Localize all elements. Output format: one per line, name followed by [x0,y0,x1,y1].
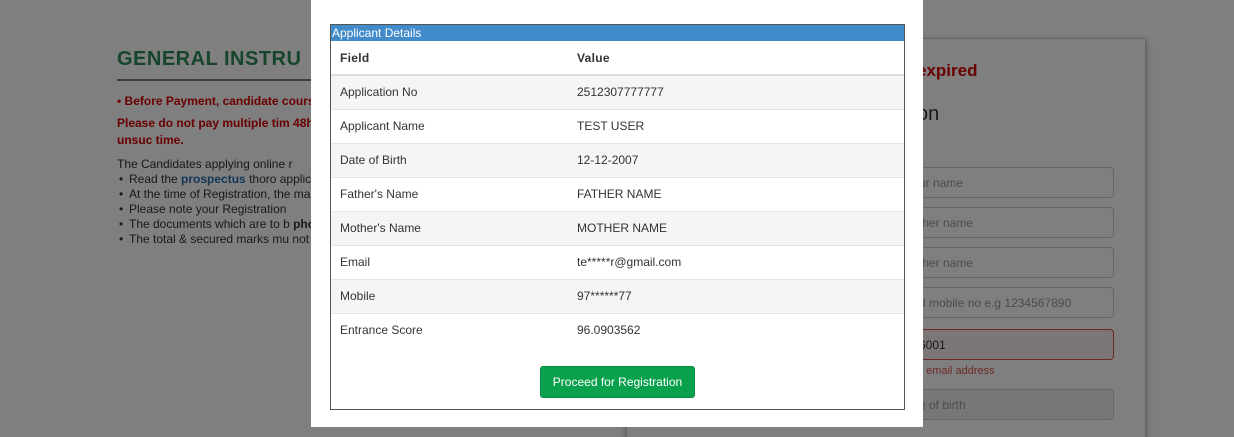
table-row: Application No 2512307777777 [331,74,904,109]
row-field-value: 97******77 [568,278,904,313]
header-field: Field [331,41,568,76]
applicant-details-panel: Applicant Details Field Value Applicatio… [330,24,905,410]
row-field-label: Email [331,244,568,279]
applicant-details-table: Field Value Application No 2512307777777 A… [331,41,904,347]
table-header-row: Field Value [331,41,904,76]
table-row: Mobile 97******77 [331,278,904,313]
row-field-value: FATHER NAME [568,176,904,211]
proceed-registration-button[interactable]: Proceed for Registration [539,366,696,398]
row-field-value: 96.0903562 [568,312,904,347]
row-field-label: Application No [331,74,568,109]
table-row: Entrance Score 96.0903562 [331,312,904,347]
table-body: Application No 2512307777777 Applicant Nam… [331,74,904,347]
table-row: Date of Birth 12-12-2007 [331,142,904,177]
button-wrap: Proceed for Registration [331,366,904,398]
table-row: Applicant Name TEST USER [331,108,904,143]
row-field-label: Applicant Name [331,108,568,143]
row-field-value: te*****r@gmail.com [568,244,904,279]
row-field-label: Mother's Name [331,210,568,245]
row-field-value: 2512307777777 [568,74,904,109]
row-field-value: MOTHER NAME [568,210,904,245]
table-row: Email te*****r@gmail.com [331,244,904,279]
row-field-value: TEST USER [568,108,904,143]
row-field-label: Father's Name [331,176,568,211]
row-field-label: Date of Birth [331,142,568,177]
row-field-label: Entrance Score [331,312,568,347]
applicant-details-modal: Applicant Details Field Value Applicatio… [311,0,923,427]
table-row: Mother's Name MOTHER NAME [331,210,904,245]
row-field-value: 12-12-2007 [568,142,904,177]
row-field-label: Mobile [331,278,568,313]
panel-title: Applicant Details [331,25,904,41]
table-row: Father's Name FATHER NAME [331,176,904,211]
header-value: Value [568,41,904,76]
